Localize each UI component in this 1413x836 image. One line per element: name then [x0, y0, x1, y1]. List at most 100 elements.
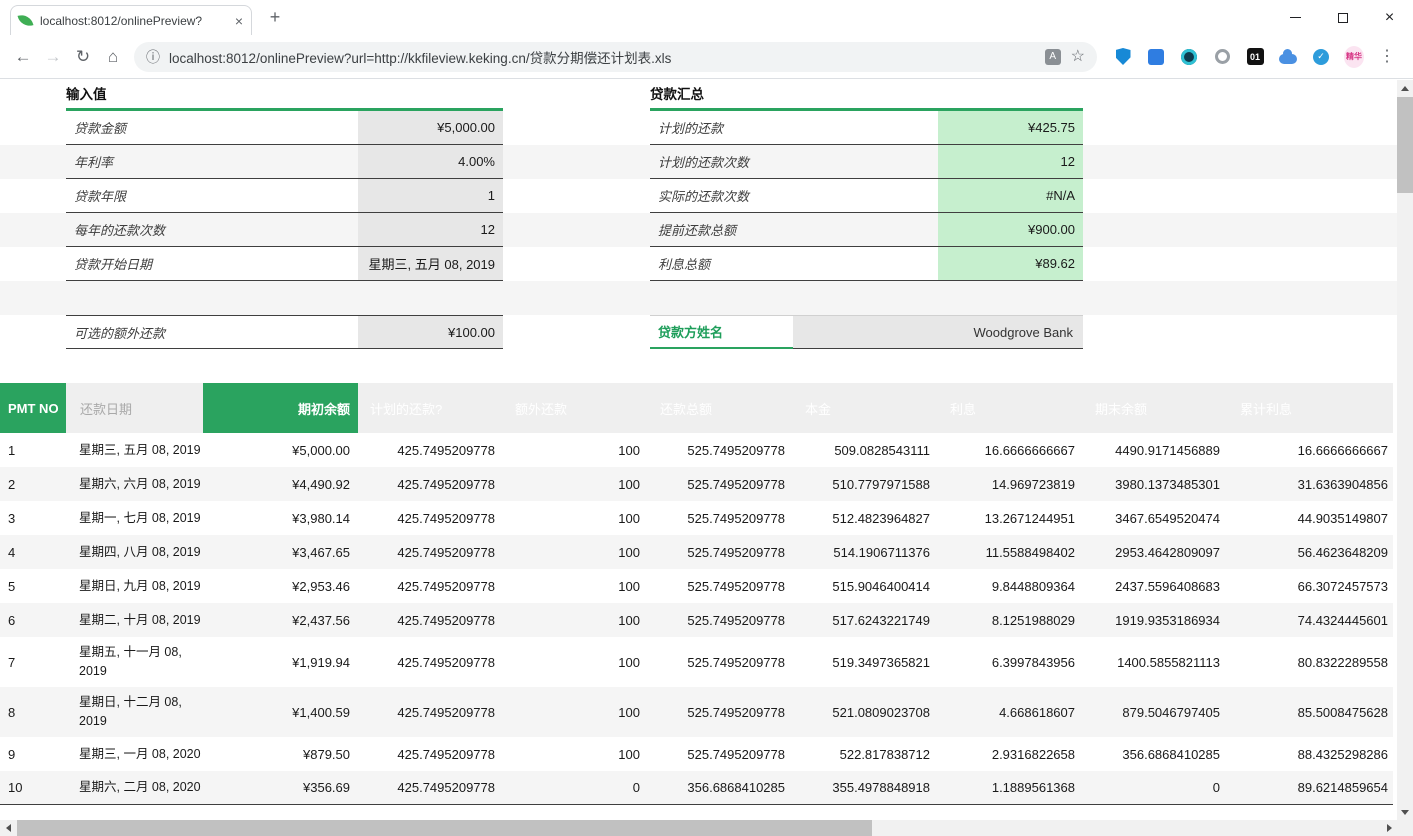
vertical-scrollbar[interactable] [1397, 80, 1413, 820]
schedule-cell: 525.7495209778 [648, 603, 793, 637]
schedule-cell: 519.3497365821 [793, 637, 938, 687]
blue-square-icon [1148, 49, 1164, 65]
scroll-up-button[interactable] [1397, 80, 1413, 96]
schedule-row: 3星期一, 七月 08, 2019¥3,980.14425.7495209778… [0, 501, 1393, 535]
schedule-cell: 9 [0, 737, 66, 771]
input-value: 星期三, 五月 08, 2019 [358, 247, 503, 280]
new-tab-button[interactable]: + [264, 7, 286, 29]
schedule-cell: 525.7495209778 [648, 535, 793, 569]
schedule-cell: 521.0809023708 [793, 687, 938, 737]
input-value: ¥5,000.00 [358, 111, 503, 144]
schedule-cell: 100 [503, 637, 648, 687]
input-label: 年利率 [66, 145, 358, 178]
schedule-cell: 1919.9353186934 [1083, 603, 1228, 637]
window-minimize-button[interactable] [1272, 0, 1319, 35]
extension-ring-icon[interactable] [1179, 47, 1199, 67]
maximize-icon [1338, 13, 1348, 23]
tab-close-icon[interactable]: × [235, 14, 243, 28]
summary-row: 实际的还款次数#N/A [650, 179, 1083, 213]
bookmark-star-icon[interactable]: ☆ [1071, 49, 1085, 65]
arrow-down-icon [1401, 810, 1409, 815]
extension-01-badge[interactable]: 01 [1245, 47, 1265, 67]
schedule-row: 9星期三, 一月 08, 2020¥879.50425.749520977810… [0, 737, 1393, 771]
header-begin-balance: 期初余额 [203, 383, 358, 433]
input-label: 可选的额外还款 [66, 316, 358, 348]
schedule-cell: 2 [0, 467, 66, 501]
schedule-cell: 2437.5596408683 [1083, 569, 1228, 603]
schedule-cell: 星期日, 九月 08, 2019 [66, 569, 203, 603]
schedule-cell: 13.2671244951 [938, 501, 1083, 535]
schedule-cell: 2953.4642809097 [1083, 535, 1228, 569]
horizontal-scrollbar[interactable] [0, 820, 1413, 836]
schedule-cell: 355.4978848918 [793, 771, 938, 804]
browser-toolbar: ← → ↻ ⌂ ⓘ localhost:8012/onlinePreview?u… [0, 35, 1413, 79]
schedule-cell: 56.4623648209 [1228, 535, 1393, 569]
schedule-row: 7星期五, 十一月 08, 2019¥1,919.94425.749520977… [0, 637, 1393, 687]
scroll-right-button[interactable] [1381, 820, 1397, 836]
schedule-cell: 16.6666666667 [1228, 433, 1393, 467]
summary-label: 实际的还款次数 [650, 179, 938, 212]
home-button[interactable]: ⌂ [98, 42, 128, 72]
extension-shield-icon[interactable] [1113, 47, 1133, 67]
schedule-cell: 509.0828543111 [793, 433, 938, 467]
scroll-left-button[interactable] [0, 820, 16, 836]
browser-tab[interactable]: localhost:8012/onlinePreview? × [10, 5, 252, 35]
schedule-cell: 425.7495209778 [358, 501, 503, 535]
scroll-down-button[interactable] [1397, 804, 1413, 820]
profile-avatar[interactable]: 精华 [1344, 47, 1364, 67]
extension-blue-icon[interactable] [1146, 47, 1166, 67]
header-interest: 利息 [938, 383, 1083, 433]
schedule-cell: ¥879.50 [203, 737, 358, 771]
address-bar[interactable]: ⓘ localhost:8012/onlinePreview?url=http:… [134, 42, 1097, 72]
schedule-cell: 74.4324445601 [1228, 603, 1393, 637]
extension-check-icon[interactable]: ✓ [1311, 47, 1331, 67]
cloud-icon [1279, 54, 1297, 64]
schedule-cell: ¥1,400.59 [203, 687, 358, 737]
schedule-cell: 517.6243221749 [793, 603, 938, 637]
schedule-cell: 879.5046797405 [1083, 687, 1228, 737]
schedule-cell: 3980.1373485301 [1083, 467, 1228, 501]
window-maximize-button[interactable] [1319, 0, 1366, 35]
header-extra-payment: 额外还款 [503, 383, 648, 433]
schedule-cell: 525.7495209778 [648, 467, 793, 501]
schedule-cell: 14.969723819 [938, 467, 1083, 501]
file-preview-content: 输入值 贷款汇总 贷款金额¥5,000.00年利率4.00%贷款年限1每年的还款… [0, 80, 1397, 820]
forward-button[interactable]: → [38, 42, 68, 72]
schedule-cell: 1400.5855821113 [1083, 637, 1228, 687]
translate-icon[interactable]: A [1045, 49, 1061, 65]
input-value: 4.00% [358, 145, 503, 178]
horizontal-scroll-thumb[interactable] [17, 820, 872, 836]
schedule-cell: 100 [503, 501, 648, 535]
summary-value: ¥900.00 [938, 213, 1083, 246]
schedule-cell: 510.7797971588 [793, 467, 938, 501]
schedule-cell: 356.6868410285 [1083, 737, 1228, 771]
page-info-icon[interactable]: ⓘ [146, 47, 160, 67]
schedule-cell: 星期三, 一月 08, 2020 [66, 737, 203, 771]
extra-payment-row: 可选的额外还款 ¥100.00 [66, 315, 503, 349]
reload-button[interactable]: ↻ [68, 42, 98, 72]
back-button[interactable]: ← [8, 42, 38, 72]
schedule-cell: 425.7495209778 [358, 637, 503, 687]
schedule-cell: ¥3,980.14 [203, 501, 358, 535]
input-section-title: 输入值 [66, 83, 107, 107]
schedule-cell: 8 [0, 687, 66, 737]
tab-title: localhost:8012/onlinePreview? [40, 14, 229, 28]
input-row: 每年的还款次数12 [66, 213, 503, 247]
schedule-cell: 425.7495209778 [358, 569, 503, 603]
lender-row: 贷款方姓名 Woodgrove Bank [650, 315, 1083, 349]
schedule-cell: 514.1906711376 [793, 535, 938, 569]
schedule-cell: 1.1889561368 [938, 771, 1083, 804]
extension-cloud-icon[interactable] [1278, 47, 1298, 67]
extension-gray-icon[interactable] [1212, 47, 1232, 67]
schedule-cell: 100 [503, 687, 648, 737]
input-label: 贷款金额 [66, 111, 358, 144]
schedule-cell: 425.7495209778 [358, 535, 503, 569]
schedule-cell: 4.668618607 [938, 687, 1083, 737]
input-row: 贷款金额¥5,000.00 [66, 111, 503, 145]
schedule-cell: 80.8322289558 [1228, 637, 1393, 687]
vertical-scroll-thumb[interactable] [1397, 97, 1413, 193]
window-close-button[interactable]: × [1366, 0, 1413, 35]
schedule-cell: 4 [0, 535, 66, 569]
browser-menu-button[interactable]: ⋮ [1377, 47, 1397, 67]
schedule-cell: 89.6214859654 [1228, 771, 1393, 804]
